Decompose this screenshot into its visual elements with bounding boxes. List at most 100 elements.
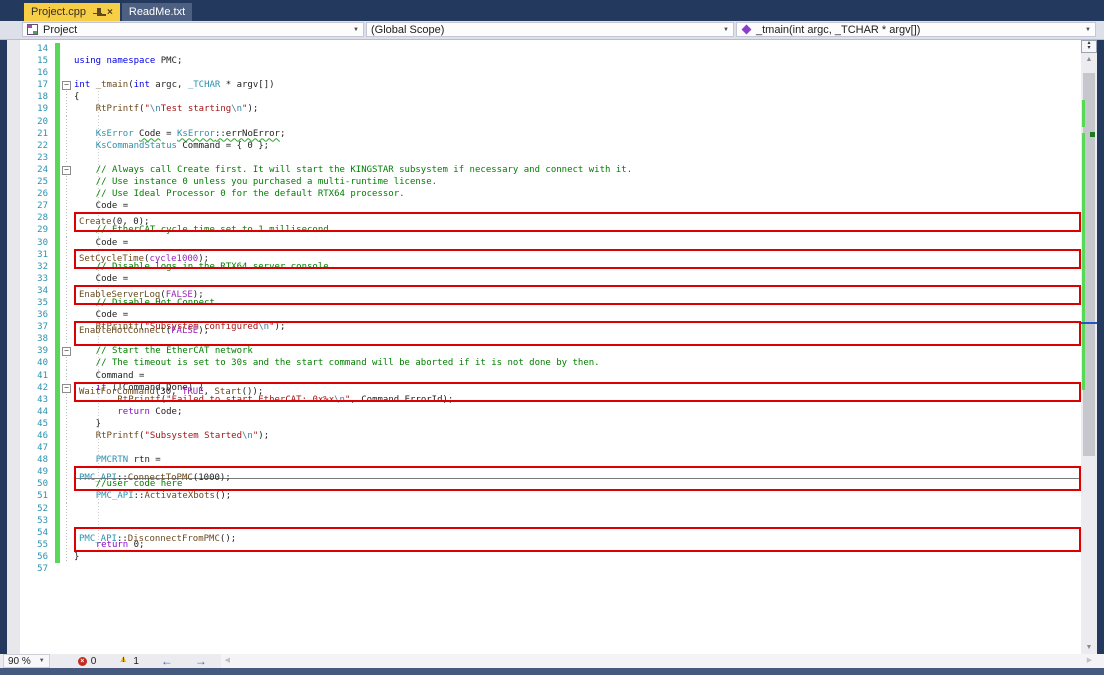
close-icon[interactable]: × bbox=[107, 8, 113, 17]
zoom-selector[interactable]: 90 % ▼ bbox=[3, 654, 50, 668]
code-segment: ); bbox=[198, 254, 209, 264]
code-line[interactable]: 17−int _tmain(int argc, _TCHAR * argv[]) bbox=[20, 79, 1081, 91]
code-line[interactable]: 23 bbox=[20, 152, 1081, 164]
scroll-up-icon[interactable]: ▲ bbox=[1081, 53, 1097, 66]
vs-editor-window: Project.cpp × ReadMe.txt Project ▼ (Glob… bbox=[0, 0, 1104, 675]
horizontal-scrollbar[interactable]: ◀ ▶ bbox=[221, 654, 1104, 668]
member-dropdown[interactable]: _tmain(int argc, _TCHAR * argv[]) ▼ bbox=[736, 22, 1096, 37]
warning-icon[interactable]: ▲ ! bbox=[118, 656, 129, 666]
scroll-left-icon[interactable]: ◀ bbox=[221, 654, 234, 668]
code-line[interactable]: 53 PMC_API::DisconnectFromPMC(); bbox=[20, 515, 1081, 527]
code-line[interactable]: 26 // Use Ideal Processor 0 for the defa… bbox=[20, 188, 1081, 200]
tab-project-cpp[interactable]: Project.cpp × bbox=[24, 3, 120, 21]
code-line[interactable]: 20 bbox=[20, 116, 1081, 128]
tab-readme-txt[interactable]: ReadMe.txt bbox=[122, 3, 192, 21]
scroll-down-icon[interactable]: ▼ bbox=[1081, 641, 1097, 654]
code-line[interactable]: 16 bbox=[20, 67, 1081, 79]
error-count[interactable]: 0 bbox=[91, 656, 97, 667]
fold-margin bbox=[60, 309, 74, 321]
vertical-scrollbar[interactable]: ▴▾ ▲ ▼ bbox=[1081, 40, 1097, 654]
code-line[interactable]: 52 bbox=[20, 503, 1081, 515]
annotation-box: PMC_API::DisconnectFromPMC(); bbox=[74, 527, 1081, 552]
line-number: 22 bbox=[20, 140, 55, 152]
code-line[interactable]: 39− // Start the EtherCAT network bbox=[20, 345, 1081, 357]
code-segment: TRUE bbox=[182, 387, 204, 397]
code-line[interactable]: 44 return Code; bbox=[20, 406, 1081, 418]
code-line[interactable]: 27 Code = Create(0, 0); bbox=[20, 200, 1081, 212]
fold-collapse-icon[interactable]: − bbox=[62, 347, 71, 356]
line-number: 24 bbox=[20, 164, 55, 176]
code-line[interactable]: 18{ bbox=[20, 91, 1081, 103]
fold-collapse-icon[interactable]: − bbox=[62, 81, 71, 90]
code-line[interactable]: 14 bbox=[20, 43, 1081, 55]
line-number: 35 bbox=[20, 297, 55, 309]
error-icon[interactable]: × bbox=[78, 657, 87, 666]
code-line[interactable]: 36 Code = EnableHotConnect(FALSE); bbox=[20, 309, 1081, 321]
chevron-down-icon: ▼ bbox=[39, 658, 45, 664]
splitter-handle-icon[interactable]: ▴▾ bbox=[1081, 40, 1097, 53]
line-number: 34 bbox=[20, 285, 55, 297]
caret-position-mark bbox=[1081, 322, 1097, 324]
code-line[interactable]: 46 RtPrintf("Subsystem Started\n"); bbox=[20, 430, 1081, 442]
fold-margin bbox=[60, 103, 74, 115]
line-number: 43 bbox=[20, 394, 55, 406]
zoom-value: 90 % bbox=[8, 656, 31, 667]
code-segment: // Always call Create first. It will sta… bbox=[96, 165, 632, 175]
code-segment: FALSE bbox=[166, 290, 193, 300]
code-segment: RtPrintf bbox=[96, 431, 139, 441]
fold-margin bbox=[60, 224, 74, 236]
line-number: 28 bbox=[20, 212, 55, 224]
project-dropdown[interactable]: Project ▼ bbox=[22, 22, 364, 37]
code-editor[interactable]: 1415using namespace PMC;1617−int _tmain(… bbox=[7, 40, 1081, 654]
code-line[interactable]: 56} bbox=[20, 551, 1081, 563]
navigate-forward-icon[interactable]: → bbox=[195, 655, 207, 667]
code-line[interactable]: 45 } bbox=[20, 418, 1081, 430]
code-line[interactable]: 25 // Use instance 0 unless you purchase… bbox=[20, 176, 1081, 188]
line-number: 19 bbox=[20, 103, 55, 115]
code-line[interactable]: 15using namespace PMC; bbox=[20, 55, 1081, 67]
pin-icon[interactable] bbox=[93, 8, 102, 17]
code-text: PMCRTN rtn = PMC_API::ConnectToPMC(1000)… bbox=[74, 454, 1081, 466]
code-line[interactable]: 40 // The timeout is set to 30s and the … bbox=[20, 357, 1081, 369]
code-segment: Start bbox=[214, 387, 241, 397]
navigate-back-icon[interactable]: ← bbox=[161, 655, 173, 667]
code-line[interactable]: 47 bbox=[20, 442, 1081, 454]
code-segment: PMC; bbox=[161, 56, 183, 66]
project-dropdown-value: Project bbox=[43, 24, 77, 36]
line-number: 27 bbox=[20, 200, 55, 212]
code-line[interactable]: 57 bbox=[20, 563, 1081, 575]
fold-margin: − bbox=[60, 79, 74, 91]
fold-margin bbox=[60, 357, 74, 369]
code-line[interactable]: 33 Code = EnableServerLog(FALSE); bbox=[20, 273, 1081, 285]
code-segment: (); bbox=[220, 534, 236, 544]
breakpoint-margin[interactable] bbox=[7, 40, 20, 654]
code-segment: Command = bbox=[74, 371, 150, 381]
fold-margin bbox=[60, 406, 74, 418]
fold-collapse-icon[interactable]: − bbox=[62, 384, 71, 393]
fold-margin: − bbox=[60, 382, 74, 394]
member-dropdown-value: _tmain(int argc, _TCHAR * argv[]) bbox=[756, 24, 920, 36]
code-segment: Create bbox=[79, 217, 112, 227]
fold-collapse-icon[interactable]: − bbox=[62, 166, 71, 175]
code-line[interactable]: 30 Code = SetCycleTime(cycle1000); bbox=[20, 237, 1081, 249]
code-segment: PMC_API bbox=[79, 473, 117, 483]
fold-margin bbox=[60, 478, 74, 490]
code-line[interactable]: 22 KsCommandStatus Command = { 0 }; bbox=[20, 140, 1081, 152]
annotation-box: SetCycleTime(cycle1000); bbox=[74, 249, 1081, 269]
code-line[interactable]: 48 PMCRTN rtn = PMC_API::ConnectToPMC(10… bbox=[20, 454, 1081, 466]
code-line[interactable]: 51 PMC_API::ActivateXbots(); bbox=[20, 490, 1081, 502]
code-text: PMC_API::DisconnectFromPMC(); bbox=[74, 515, 1081, 527]
change-mark-green bbox=[1082, 100, 1085, 127]
code-segment bbox=[74, 491, 96, 501]
code-segment: SetCycleTime bbox=[79, 254, 144, 264]
fold-margin bbox=[60, 297, 74, 309]
code-segment bbox=[74, 455, 96, 465]
code-line[interactable]: 24− // Always call Create first. It will… bbox=[20, 164, 1081, 176]
code-line[interactable]: 21 KsError Code = KsError::errNoError; bbox=[20, 128, 1081, 140]
code-text: Command = WaitForCommand(30, TRUE, Start… bbox=[74, 370, 1081, 382]
warning-count[interactable]: 1 bbox=[133, 656, 139, 667]
scroll-right-icon[interactable]: ▶ bbox=[1083, 654, 1096, 668]
scope-dropdown[interactable]: (Global Scope) ▼ bbox=[366, 22, 734, 37]
code-line[interactable]: 41 Command = WaitForCommand(30, TRUE, St… bbox=[20, 370, 1081, 382]
code-line[interactable]: 19 RtPrintf("\nTest starting\n"); bbox=[20, 103, 1081, 115]
